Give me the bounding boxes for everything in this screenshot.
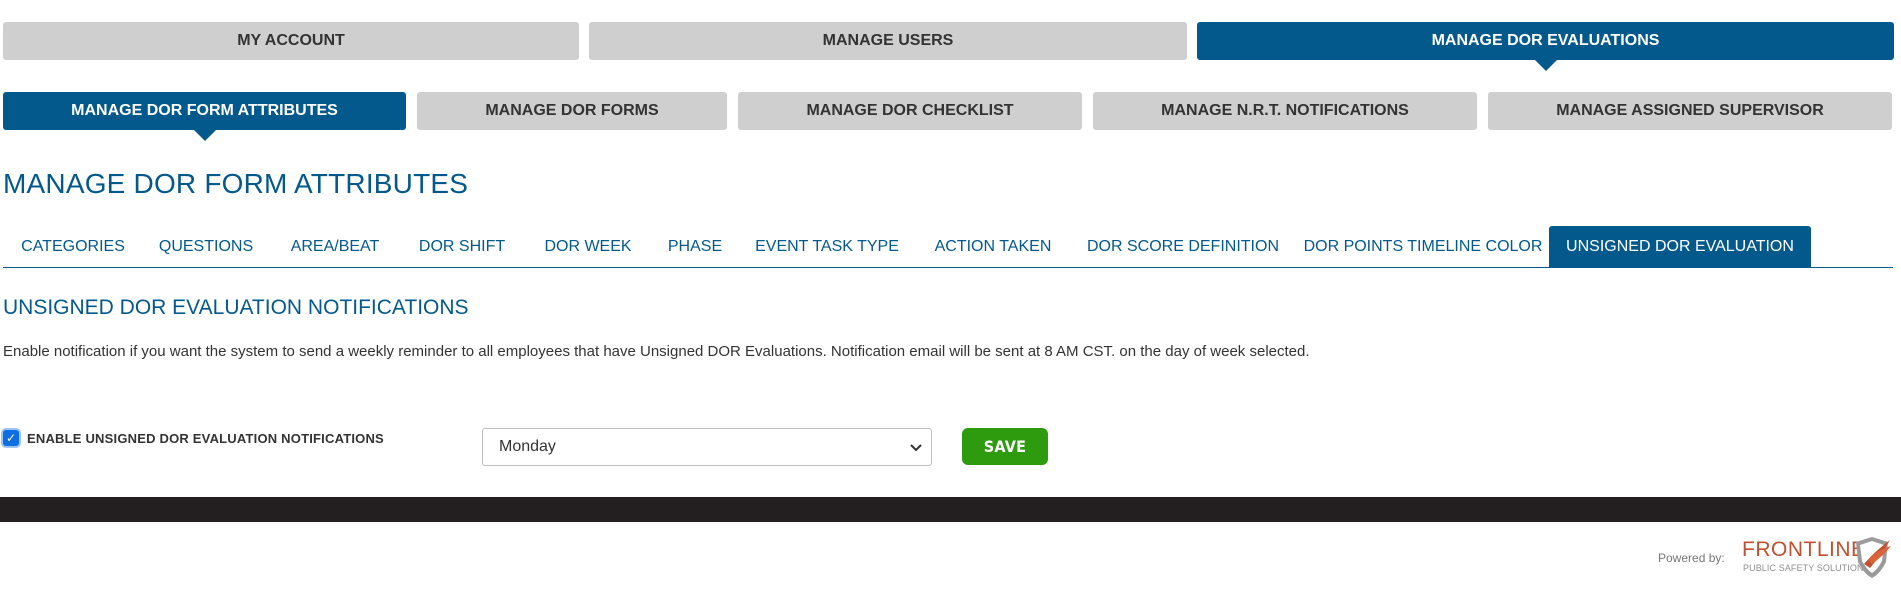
tab-action-taken[interactable]: ACTION TAKEN (917, 226, 1069, 267)
save-button[interactable]: SAVE (962, 428, 1048, 465)
tab-phase[interactable]: PHASE (653, 226, 737, 267)
top-nav-my-account[interactable]: MY ACCOUNT (3, 22, 579, 60)
tab-dor-week[interactable]: DOR WEEK (523, 226, 653, 267)
day-of-week-value: Monday (499, 438, 556, 455)
sub-nav-manage-assigned-supervisor[interactable]: MANAGE ASSIGNED SUPERVISOR (1488, 92, 1892, 130)
tab-unsigned-dor-evaluation[interactable]: UNSIGNED DOR EVALUATION (1549, 226, 1811, 267)
chevron-down-icon (910, 444, 922, 452)
tab-dor-points-timeline-color[interactable]: DOR POINTS TIMELINE COLOR (1297, 226, 1549, 267)
tab-dor-score-definition[interactable]: DOR SCORE DEFINITION (1069, 226, 1297, 267)
sub-nav-manage-dor-form-attributes[interactable]: MANAGE DOR FORM ATTRIBUTES (3, 92, 406, 141)
enable-notifications-label[interactable]: ENABLE UNSIGNED DOR EVALUATION NOTIFICAT… (27, 431, 384, 446)
sub-nav-manage-dor-forms[interactable]: MANAGE DOR FORMS (417, 92, 727, 130)
footer-bar (0, 497, 1901, 522)
tab-area-beat[interactable]: AREA/BEAT (269, 226, 401, 267)
check-icon: ✓ (5, 431, 17, 445)
logo-name: FRONTLINE (1742, 538, 1866, 561)
section-description: Enable notification if you want the syst… (3, 343, 1310, 360)
tab-categories[interactable]: CATEGORIES (3, 226, 143, 267)
top-nav-manage-users[interactable]: MANAGE USERS (589, 22, 1187, 60)
top-nav-manage-dor-evaluations[interactable]: MANAGE DOR EVALUATIONS (1197, 22, 1894, 71)
section-title: UNSIGNED DOR EVALUATION NOTIFICATIONS (3, 296, 469, 319)
powered-by-text: Powered by: (1658, 551, 1725, 565)
frontline-logo: FRONTLINE PUBLIC SAFETY SOLUTIONS (1742, 534, 1894, 580)
sub-nav-manage-dor-checklist[interactable]: MANAGE DOR CHECKLIST (738, 92, 1082, 130)
sub-nav-manage-nrt-notifications[interactable]: MANAGE N.R.T. NOTIFICATIONS (1093, 92, 1477, 130)
tab-questions[interactable]: QUESTIONS (143, 226, 269, 267)
tab-dor-shift[interactable]: DOR SHIFT (401, 226, 523, 267)
enable-notifications-row: ✓ ENABLE UNSIGNED DOR EVALUATION NOTIFIC… (3, 430, 384, 446)
page-title: MANAGE DOR FORM ATTRIBUTES (3, 168, 469, 199)
attribute-tabs: CATEGORIES QUESTIONS AREA/BEAT DOR SHIFT… (3, 226, 1893, 268)
shield-icon (1856, 537, 1891, 578)
tab-event-task-type[interactable]: EVENT TASK TYPE (737, 226, 917, 267)
enable-notifications-checkbox[interactable]: ✓ (3, 430, 19, 446)
day-of-week-select[interactable]: Monday (482, 428, 932, 466)
